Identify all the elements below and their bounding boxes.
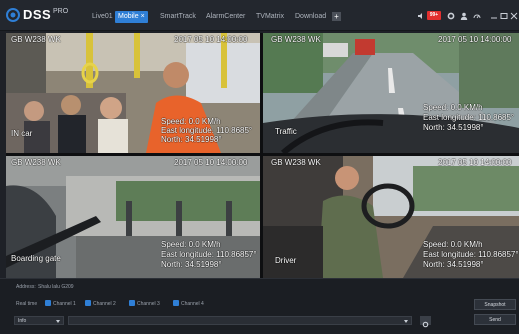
- chevron-down-icon[interactable]: [404, 320, 408, 323]
- channel-3-checkbox[interactable]: [129, 300, 135, 306]
- dss-logo-icon: [6, 8, 20, 22]
- traffic-scene: [263, 33, 519, 153]
- vehicle-plate: GB W238 WK: [11, 158, 61, 167]
- chevron-down-icon: [56, 320, 60, 323]
- channel-name: Driver: [275, 256, 297, 265]
- message-panel: Address: Shalu lalu G209 Real time Chann…: [0, 278, 519, 330]
- address-value: Shalu lalu G209: [38, 284, 74, 290]
- gear-icon: [422, 321, 429, 328]
- video-grid: GB W238 WK 2017 05 10 14:00:00 Speed: 0.…: [6, 33, 519, 278]
- tab-mobile[interactable]: Mobile ×: [115, 11, 148, 23]
- vehicle-plate: GB W238 WK: [271, 35, 321, 44]
- video-timestamp: 2017 05 10 14:00:00: [174, 158, 248, 167]
- channel-2-checkbox[interactable]: [85, 300, 91, 306]
- channel-1-label: Channel 1: [53, 301, 76, 307]
- longitude-readout: East longitude: 110.86857°: [423, 250, 519, 259]
- tab-tvmatrix[interactable]: TVMatrix: [256, 11, 284, 23]
- snapshot-button[interactable]: Snapshot: [474, 299, 516, 310]
- video-pane-4[interactable]: GB W238 WK 2017 05 10 14:00:00 Speed: 0.…: [263, 156, 519, 278]
- user-icon[interactable]: [460, 12, 468, 20]
- video-pane-2[interactable]: GB W238 WK 2017 05 10 14:00:00 Speed: 0.…: [263, 33, 519, 153]
- volume-icon[interactable]: [417, 12, 425, 20]
- vehicle-plate: GB W238 WK: [11, 35, 61, 44]
- tab-download[interactable]: Download: [295, 11, 326, 23]
- longitude-readout: East longitude: 110.8685°: [423, 113, 515, 122]
- minimize-icon[interactable]: [490, 12, 498, 20]
- video-timestamp: 2017 05 10 14:00:00: [438, 35, 512, 44]
- channel-3-label: Channel 3: [137, 301, 160, 307]
- tab-smarttrack[interactable]: SmartTrack: [160, 11, 196, 23]
- send-button[interactable]: Send: [474, 314, 516, 325]
- latitude-readout: North: 34.51998°: [161, 135, 222, 144]
- info-level-value: Info: [18, 318, 27, 324]
- close-icon[interactable]: [510, 12, 518, 20]
- channel-name: Traffic: [275, 127, 297, 136]
- gear-icon[interactable]: [447, 12, 455, 20]
- top-bar: DSS PRO Live01 Mobile × SmartTrack Alarm…: [0, 0, 519, 31]
- message-settings-button[interactable]: [420, 316, 431, 328]
- longitude-readout: East longitude: 110.86857°: [161, 250, 257, 259]
- speed-readout: Speed: 0.0 KM/h: [423, 240, 483, 249]
- channel-4-checkbox[interactable]: [173, 300, 179, 306]
- speed-icon[interactable]: [473, 12, 481, 20]
- latitude-readout: North: 34.51998°: [423, 123, 484, 132]
- maximize-icon[interactable]: [500, 12, 508, 20]
- channel-name: Boarding gate: [11, 254, 61, 263]
- address-label: Address:: [16, 284, 36, 290]
- message-input[interactable]: [68, 316, 412, 325]
- app-edition: PRO: [53, 8, 69, 15]
- longitude-readout: East longitude: 110.8685°: [161, 126, 253, 135]
- speed-readout: Speed: 0.0 KM/h: [161, 117, 221, 126]
- channel-4-label: Channel 4: [181, 301, 204, 307]
- app-brand: DSS: [23, 7, 52, 22]
- vehicle-plate: GB W238 WK: [271, 158, 321, 167]
- channel-2-label: Channel 2: [93, 301, 116, 307]
- info-level-select[interactable]: Info: [14, 316, 64, 325]
- latitude-readout: North: 34.51998°: [423, 260, 484, 269]
- speed-readout: Speed: 0.0 KM/h: [161, 240, 221, 249]
- video-timestamp: 2017 05 10 14:00:00: [438, 158, 512, 167]
- channel-name: IN car: [11, 129, 33, 138]
- latitude-readout: North: 34.51998°: [161, 260, 222, 269]
- add-tab-button[interactable]: +: [332, 12, 341, 21]
- alarm-badge[interactable]: 99+: [427, 11, 441, 20]
- speed-readout: Speed: 0.0 KM/h: [423, 103, 483, 112]
- tab-live01[interactable]: Live01: [92, 11, 113, 23]
- realtime-label: Real time: [16, 301, 38, 307]
- video-pane-3[interactable]: GB W238 WK 2017 05 10 14:00:00 Speed: 0.…: [6, 156, 260, 278]
- channel-1-checkbox[interactable]: [45, 300, 51, 306]
- tab-alarmcenter[interactable]: AlarmCenter: [206, 11, 245, 23]
- video-pane-1[interactable]: GB W238 WK 2017 05 10 14:00:00 Speed: 0.…: [6, 33, 260, 153]
- video-timestamp: 2017 05 10 14:00:00: [174, 35, 248, 44]
